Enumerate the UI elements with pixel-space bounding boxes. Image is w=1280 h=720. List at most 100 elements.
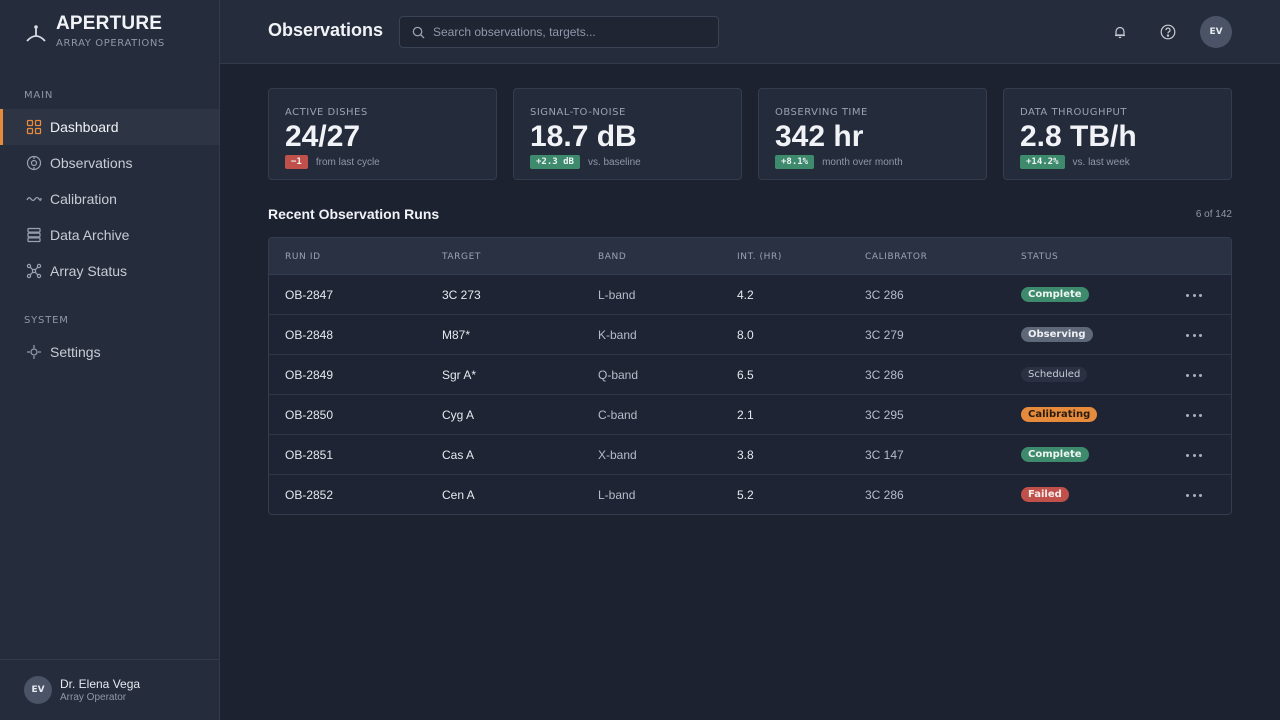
dish-logo-icon — [26, 25, 46, 42]
delta-badge: +14.2% — [1020, 155, 1065, 169]
bell-icon — [1115, 26, 1125, 39]
delta-note: vs. last week — [1072, 156, 1130, 168]
search-input[interactable] — [433, 25, 703, 39]
dot-icon — [1186, 493, 1189, 497]
calibrator: 3C 147 — [865, 448, 904, 462]
table-row[interactable]: OB-2848 M87* K-band 8.0 3C 279 Observing — [269, 315, 1231, 355]
integration-hours: 5.2 — [737, 488, 754, 502]
dot-icon — [1192, 293, 1196, 297]
integration-hours: 6.5 — [737, 368, 754, 382]
table-row[interactable]: OB-2852 Cen A L-band 5.2 3C 286 Failed — [269, 475, 1231, 514]
database-icon — [26, 227, 42, 243]
user-profile[interactable]: EV Dr. Elena Vega Array Operator — [0, 659, 219, 720]
user-name: Dr. Elena Vega — [60, 677, 141, 691]
dot-icon — [1199, 333, 1202, 337]
avatar: EV — [24, 676, 52, 704]
sidebar-item-label: Data Archive — [50, 227, 130, 243]
delta-badge: +8.1% — [775, 155, 815, 169]
delta-note: month over month — [822, 156, 903, 168]
integration-hours: 4.2 — [737, 288, 754, 302]
target: 3C 273 — [442, 288, 481, 302]
notifications-button[interactable] — [1110, 22, 1130, 42]
stat-value: 2.8 TB/h — [1020, 120, 1137, 153]
column-header-run-id[interactable]: RUN ID — [285, 252, 321, 262]
column-header-int[interactable]: INT. (HR) — [737, 252, 782, 262]
observation-runs-table: RUN ID TARGET BAND INT. (HR) CALIBRATOR … — [268, 237, 1232, 515]
help-icon — [1160, 24, 1176, 40]
row-actions-button[interactable] — [1186, 409, 1202, 421]
sidebar-item-label: Calibration — [50, 191, 117, 207]
column-header-band[interactable]: BAND — [598, 252, 626, 262]
dot-icon — [1186, 373, 1189, 377]
delta-note: from last cycle — [315, 156, 380, 168]
stat-label: OBSERVING TIME — [775, 107, 868, 118]
status-badge: Calibrating — [1021, 407, 1098, 422]
nav-section-main: MAIN — [24, 90, 54, 101]
sidebar-item-label: Array Status — [50, 263, 128, 279]
column-header-target[interactable]: TARGET — [442, 252, 481, 262]
sidebar-item-label: Dashboard — [50, 119, 119, 135]
dot-icon — [1192, 413, 1196, 417]
sidebar-item-observations[interactable]: Observations — [0, 145, 219, 181]
dot-icon — [1186, 413, 1189, 417]
sidebar-item-dashboard[interactable]: Dashboard — [0, 109, 219, 145]
band: K-band — [598, 328, 637, 342]
target: Sgr A* — [442, 368, 477, 382]
run-id: OB-2847 — [285, 288, 334, 302]
search-box[interactable] — [399, 16, 719, 48]
dot-icon — [1186, 293, 1189, 297]
row-actions-button[interactable] — [1186, 289, 1202, 301]
table-row[interactable]: OB-2851 Cas A X-band 3.8 3C 147 Complete — [269, 435, 1231, 475]
calibrator: 3C 279 — [865, 328, 904, 342]
integration-hours: 2.1 — [737, 408, 754, 422]
row-actions-button[interactable] — [1186, 449, 1202, 461]
row-count: 6 of 142 — [1195, 209, 1232, 220]
row-actions-button[interactable] — [1186, 489, 1202, 501]
band: X-band — [598, 448, 637, 462]
column-header-calibrator[interactable]: CALIBRATOR — [865, 252, 927, 262]
column-header-status[interactable]: STATUS — [1021, 252, 1058, 262]
dot-icon — [1186, 333, 1189, 337]
sidebar-item-data-archive[interactable]: Data Archive — [0, 217, 219, 253]
stat-card-active-dishes: ACTIVE DISHES 24/27 −1 from last cycle — [268, 88, 497, 180]
search-icon — [412, 26, 425, 39]
sidebar: APERTURE ARRAY OPERATIONS MAIN Dashboard… — [0, 0, 220, 720]
stat-card-signal-to-noise: SIGNAL-TO-NOISE 18.7 dB +2.3 dB vs. base… — [513, 88, 742, 180]
page-title: Observations — [268, 20, 384, 40]
sidebar-item-calibration[interactable]: Calibration — [0, 181, 219, 217]
stat-value: 24/27 — [285, 120, 361, 153]
calibrator: 3C 295 — [865, 408, 904, 422]
brand-name: APERTURE — [56, 13, 163, 34]
row-actions-button[interactable] — [1186, 369, 1202, 381]
integration-hours: 8.0 — [737, 328, 754, 342]
row-actions-button[interactable] — [1186, 329, 1202, 341]
band: Q-band — [598, 368, 639, 382]
target: M87* — [442, 328, 471, 342]
stat-label: SIGNAL-TO-NOISE — [530, 107, 626, 118]
user-avatar-button[interactable]: EV — [1200, 16, 1232, 48]
brand[interactable]: APERTURE ARRAY OPERATIONS — [24, 14, 165, 49]
delta-badge: +2.3 dB — [530, 155, 580, 169]
dot-icon — [1199, 373, 1202, 377]
sidebar-item-settings[interactable]: Settings — [0, 334, 219, 370]
nav-section-system: SYSTEM — [24, 315, 69, 326]
help-button[interactable] — [1158, 22, 1178, 42]
stat-value: 18.7 dB — [530, 120, 637, 153]
table-row[interactable]: OB-2849 Sgr A* Q-band 6.5 3C 286 Schedul… — [269, 355, 1231, 395]
stat-label: ACTIVE DISHES — [285, 107, 368, 118]
run-id: OB-2850 — [285, 408, 334, 422]
table-row[interactable]: OB-2847 3C 273 L-band 4.2 3C 286 Complet… — [269, 275, 1231, 315]
run-id: OB-2848 — [285, 328, 334, 342]
delta-badge: −1 — [285, 155, 308, 169]
stat-card-data-throughput: DATA THROUGHPUT 2.8 TB/h +14.2% vs. last… — [1003, 88, 1232, 180]
sidebar-item-array-status[interactable]: Array Status — [0, 253, 219, 289]
status-badge: Complete — [1021, 447, 1089, 462]
wave-icon — [26, 191, 42, 207]
status-badge: Observing — [1021, 327, 1093, 342]
stat-label: DATA THROUGHPUT — [1020, 107, 1127, 118]
calibrator: 3C 286 — [865, 488, 904, 502]
dot-icon — [1192, 453, 1196, 457]
table-row[interactable]: OB-2850 Cyg A C-band 2.1 3C 295 Calibrat… — [269, 395, 1231, 435]
run-id: OB-2851 — [285, 448, 334, 462]
status-badge: Scheduled — [1021, 367, 1088, 382]
